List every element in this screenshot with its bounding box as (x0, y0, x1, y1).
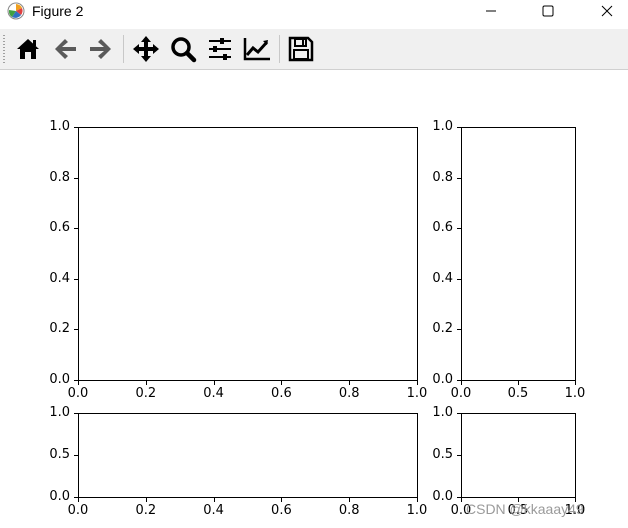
move-icon (133, 36, 159, 62)
y-tick-label: 0.8 (49, 169, 70, 185)
line-chart-icon (243, 38, 270, 61)
y-tick-label: 0.0 (49, 372, 70, 387)
save-button[interactable] (285, 33, 317, 65)
toolbar-grip[interactable] (3, 35, 5, 63)
y-tick (457, 278, 461, 280)
x-tick (518, 381, 519, 385)
x-tick-label: 0.4 (203, 386, 224, 401)
minimize-button[interactable] (468, 0, 514, 22)
toolbar-separator (279, 35, 280, 63)
watermark-text: CSDN @kkaaay49 (466, 501, 584, 517)
zoom-button[interactable] (167, 33, 199, 65)
x-tick (281, 498, 283, 502)
home-button[interactable] (12, 33, 44, 65)
x-tick (213, 498, 215, 502)
axes-bottom[interactable] (78, 413, 418, 498)
y-tick-label: 1.0 (49, 119, 70, 134)
x-tick (461, 498, 462, 502)
x-tick (417, 498, 418, 502)
y-tick-label: 0.6 (49, 220, 70, 236)
x-tick (78, 381, 79, 385)
y-tick (74, 177, 78, 179)
maximize-button[interactable] (525, 0, 571, 22)
close-button[interactable] (584, 0, 628, 22)
x-tick (461, 381, 462, 385)
y-tick (457, 413, 461, 414)
x-tick-label: 0.8 (338, 503, 360, 518)
x-tick-label: 0.4 (203, 503, 224, 518)
forward-button[interactable] (85, 33, 117, 65)
matplotlib-app-icon (7, 2, 25, 20)
y-tick (457, 177, 461, 179)
close-icon (601, 5, 613, 17)
arrow-left-icon (55, 39, 76, 59)
back-button[interactable] (49, 33, 81, 65)
x-tick-label: 0.0 (67, 503, 89, 518)
x-tick-label: 0.8 (338, 386, 360, 401)
y-tick-label: 0.0 (432, 489, 453, 504)
y-tick-label: 0.0 (49, 489, 70, 504)
y-tick-label: 0.2 (432, 321, 453, 337)
y-tick (457, 329, 461, 331)
y-tick (74, 127, 78, 128)
y-tick-label: 0.0 (432, 372, 453, 387)
y-tick (74, 455, 78, 456)
title-bar: Figure 2 (0, 0, 628, 22)
navigation-toolbar (0, 29, 628, 70)
x-tick (575, 381, 576, 385)
x-tick-label: 0.2 (135, 503, 157, 518)
x-tick (349, 498, 351, 502)
y-tick-label: 1.0 (49, 405, 70, 420)
x-tick (145, 381, 147, 385)
pan-button[interactable] (130, 33, 162, 65)
magnifier-icon (171, 37, 197, 63)
toolbar-separator (123, 35, 124, 63)
axes-main[interactable] (78, 127, 418, 381)
x-tick-label: 0.0 (67, 386, 89, 401)
subplots-button[interactable] (204, 33, 236, 65)
x-tick (417, 381, 418, 385)
y-tick (74, 329, 78, 331)
x-tick-label: 1.0 (406, 386, 428, 401)
x-tick-label: 0.2 (135, 386, 157, 401)
maximize-icon (542, 5, 554, 17)
y-tick-label: 0.6 (432, 220, 453, 236)
edit-axes-button[interactable] (241, 33, 273, 65)
arrow-right-icon (90, 39, 111, 59)
minimize-icon (486, 10, 496, 12)
y-tick (457, 455, 461, 456)
floppy-disk-icon (288, 36, 314, 62)
x-tick-label: 0.6 (271, 386, 292, 401)
axes-bottom-right[interactable] (461, 413, 576, 498)
y-tick (74, 278, 78, 280)
y-tick (74, 413, 78, 414)
x-tick (78, 498, 79, 502)
x-tick (281, 381, 283, 385)
x-tick (145, 498, 147, 502)
x-tick-label: 1.0 (564, 386, 586, 401)
x-tick-label: 0.6 (271, 503, 292, 518)
y-tick-label: 0.4 (432, 270, 453, 286)
home-icon (17, 39, 39, 59)
y-tick-label: 0.5 (432, 447, 453, 462)
x-tick-label: 0.5 (507, 386, 529, 401)
x-tick-label: 1.0 (406, 503, 428, 518)
figure-canvas[interactable]: 0.0 0.2 0.4 0.6 0.8 1.0 0.0 0.2 0.4 0.6 0.8 1.0 0.0 0… (0, 70, 628, 528)
x-tick (213, 381, 215, 385)
y-tick (457, 228, 461, 230)
y-tick (74, 228, 78, 230)
y-tick-label: 1.0 (432, 119, 453, 134)
y-tick-label: 0.2 (49, 321, 70, 337)
y-tick-label: 0.5 (49, 447, 70, 462)
window-title: Figure 2 (32, 3, 84, 19)
y-tick-label: 0.4 (49, 270, 70, 286)
y-tick (457, 127, 461, 128)
x-tick-label: 0.0 (450, 386, 472, 401)
x-tick (349, 381, 351, 385)
y-tick-label: 0.8 (432, 169, 453, 185)
axes-right[interactable] (461, 127, 576, 381)
sliders-icon (209, 38, 231, 60)
y-tick-label: 1.0 (432, 405, 453, 420)
